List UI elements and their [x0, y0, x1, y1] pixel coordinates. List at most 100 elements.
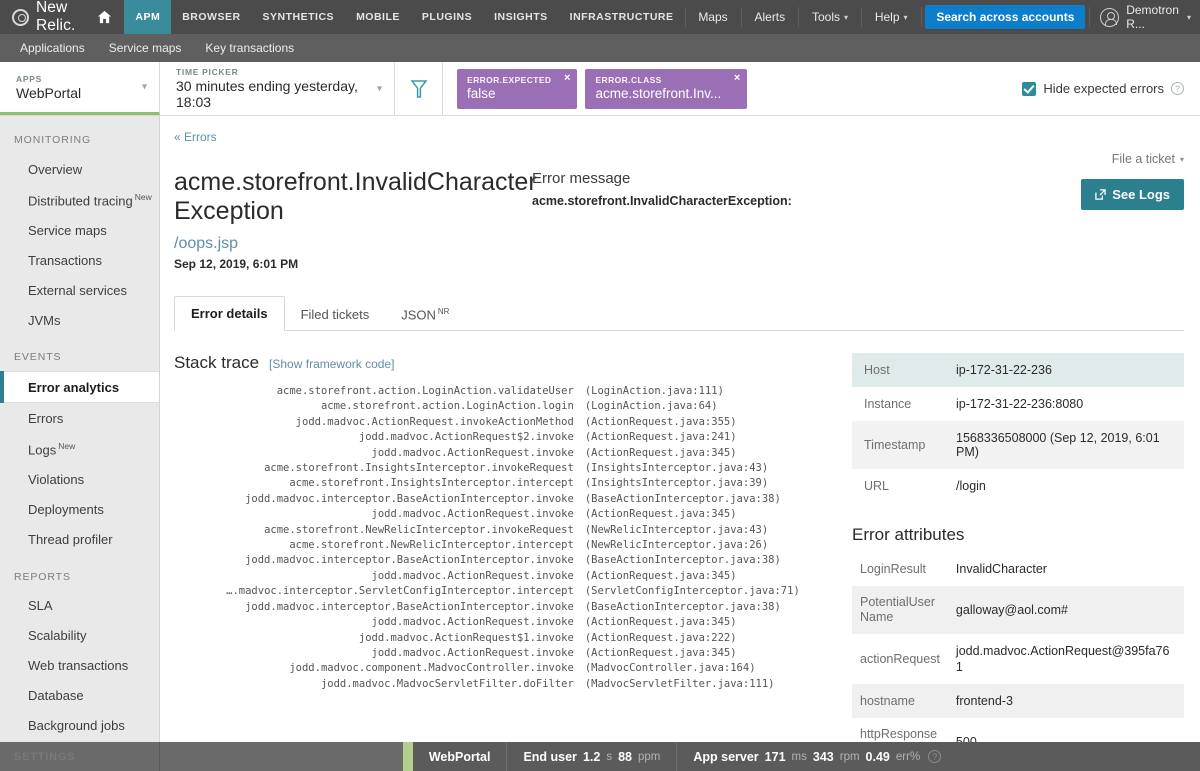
stack-frame-row: acme.storefront.action.LoginAction.login… — [176, 400, 830, 413]
tab-filed-tickets[interactable]: Filed tickets — [285, 298, 386, 331]
sidebar-item-violations[interactable]: Violations — [0, 465, 159, 495]
home-button[interactable] — [85, 0, 124, 34]
sidebar-item-external-services[interactable]: External services — [0, 275, 159, 305]
subnav-item-applications[interactable]: Applications — [8, 41, 97, 55]
table-row: URL /login — [852, 469, 1184, 503]
error-title-column: acme.storefront.InvalidCharacter Excepti… — [174, 168, 537, 271]
app-server-throughput-unit: rpm — [839, 750, 860, 763]
sidebar-item-transactions[interactable]: Transactions — [0, 245, 159, 275]
stack-frame-method: jodd.madvoc.ActionRequest.invoke — [371, 616, 574, 629]
sidebar-item-distributed-tracing[interactable]: Distributed tracing New — [0, 184, 159, 215]
sidebar-item-jvms[interactable]: JVMs — [0, 305, 159, 335]
chevron-down-icon: ▾ — [376, 83, 382, 94]
header-actions: File a ticket ▾ See Logs — [1081, 150, 1184, 210]
subnav-item-service-maps[interactable]: Service maps — [97, 41, 194, 55]
help-icon[interactable]: ? — [1171, 82, 1184, 95]
sidebar-item-label: Deployments — [28, 502, 104, 518]
help-icon[interactable]: ? — [928, 750, 942, 763]
app-server-response-unit: ms — [791, 750, 807, 763]
show-framework-code-link[interactable]: [Show framework code] — [269, 357, 394, 371]
stack-frame-method: acme.storefront.action.LoginAction.login — [320, 400, 574, 413]
tab-error-details[interactable]: Error details — [174, 296, 285, 331]
stack-frame-method: jodd.madvoc.ActionRequest.invoke — [371, 569, 574, 582]
end-user-throughput: 88 — [618, 749, 632, 764]
attribute-value-link[interactable]: galloway@aol.com# — [948, 586, 1184, 634]
tab-label: Filed tickets — [300, 307, 370, 322]
sidebar-item-service-maps[interactable]: Service maps — [0, 215, 159, 245]
stack-frame-location: (ActionRequest.java:345) — [584, 446, 737, 459]
see-logs-button[interactable]: See Logs — [1081, 179, 1184, 210]
new-relic-logo[interactable]: New Relic. — [0, 0, 85, 34]
sidebar-item-label: Background jobs — [28, 718, 125, 734]
stack-frame-location: (BaseActionInterceptor.java:38) — [584, 554, 781, 567]
apps-picker[interactable]: APPS WebPortal ▾ — [0, 62, 160, 115]
sidebar-item-label: Error analytics — [28, 379, 120, 395]
tab-json[interactable]: JSON NR — [385, 298, 465, 331]
sidebar-heading-settings[interactable]: SETTINGS — [0, 742, 160, 771]
stack-frame-method: acme.storefront.NewRelicInterceptor.inte… — [289, 539, 574, 552]
filter-chip-error-class[interactable]: ERROR.CLASS acme.storefront.Inv... × — [585, 68, 748, 109]
error-path-link[interactable]: /oops.jsp — [174, 235, 524, 253]
close-icon[interactable]: × — [564, 72, 570, 84]
chip-key: ERROR.EXPECTED — [467, 74, 552, 85]
nav-item-help[interactable]: Help ▾ — [862, 0, 921, 34]
sidebar-item-deployments[interactable]: Deployments — [0, 495, 159, 525]
breadcrumb[interactable]: « Errors — [174, 130, 1184, 144]
stack-trace-title: Stack trace — [174, 353, 260, 372]
nav-item-alerts[interactable]: Alerts — [741, 0, 798, 34]
stack-frame-location: (LoginAction.java:111) — [584, 385, 724, 397]
time-picker-value: 30 minutes ending yesterday, 18:03 — [176, 78, 358, 110]
stack-frame-method: jodd.madvoc.interceptor.BaseActionInterc… — [245, 492, 574, 505]
account-menu[interactable]: Demotron R... ▾ — [1090, 0, 1200, 34]
nav-item-plugins[interactable]: PLUGINS — [411, 0, 483, 34]
sidebar-item-sla[interactable]: SLA — [0, 591, 159, 621]
sidebar-item-web-transactions[interactable]: Web transactions — [0, 651, 159, 681]
nav-item-tools[interactable]: Tools ▾ — [799, 0, 861, 34]
stack-frame-location: (NewRelicInterceptor.java:26) — [584, 539, 769, 552]
nav-item-maps[interactable]: Maps — [685, 0, 740, 34]
status-end-user-label: End user — [523, 749, 577, 764]
status-app-server[interactable]: App server 171 ms 343 rpm 0.49 err% ? — [677, 742, 957, 771]
sidebar-item-overview[interactable]: Overview — [0, 154, 159, 184]
main-content: « Errors acme.storefront.InvalidCharacte… — [160, 116, 1200, 771]
nav-item-infrastructure[interactable]: INFRASTRUCTURE — [559, 0, 685, 34]
search-across-accounts-button[interactable]: Search across accounts — [925, 5, 1086, 29]
close-icon[interactable]: × — [734, 72, 740, 84]
nav-label: Help — [874, 10, 900, 24]
stack-frame-method: acme.storefront.InsightsInterceptor.inte… — [289, 477, 574, 490]
sidebar-item-background-jobs[interactable]: Background jobs — [0, 711, 159, 741]
filter-chip-error-expected[interactable]: ERROR.EXPECTED false × — [457, 68, 578, 109]
nav-item-mobile[interactable]: MOBILE — [345, 0, 411, 34]
nav-item-insights[interactable]: INSIGHTS — [483, 0, 559, 34]
hide-expected-errors-toggle[interactable]: Hide expected errors ? — [1006, 62, 1200, 115]
sidebar-item-logs[interactable]: Logs New — [0, 433, 159, 464]
stack-frame-row: jodd.madvoc.ActionRequest.invoke (ActionR… — [176, 647, 830, 660]
sidebar-item-thread-profiler[interactable]: Thread profiler — [0, 525, 159, 555]
stack-frame-row: jodd.madvoc.ActionRequest$1.invoke (Actio… — [176, 632, 830, 645]
chevron-down-icon: ▾ — [1187, 12, 1192, 22]
sidebar-item-scalability[interactable]: Scalability — [0, 621, 159, 651]
file-a-ticket-dropdown[interactable]: File a ticket ▾ — [1112, 152, 1184, 166]
status-end-user[interactable]: End user 1.2 s 88 ppm — [507, 742, 678, 771]
stack-frame-method: jodd.madvoc.interceptor.BaseActionInterc… — [245, 600, 574, 613]
time-picker[interactable]: TIME PICKER 30 minutes ending yesterday,… — [160, 62, 395, 115]
subnav-item-key-transactions[interactable]: Key transactions — [193, 41, 306, 55]
sidebar-item-error-analytics[interactable]: Error analytics — [0, 371, 159, 404]
attribute-key: actionRequest — [860, 651, 940, 666]
stack-frame-method: acme.storefront.InsightsInterceptor.invo… — [264, 462, 574, 475]
sidebar-item-errors[interactable]: Errors — [0, 403, 159, 433]
error-attributes-table: LoginResult InvalidCharacter PotentialUser… — [852, 552, 1184, 771]
left-sidebar: MONITORING Overview Distributed tracing N… — [0, 116, 160, 771]
nav-item-apm[interactable]: APM — [124, 0, 172, 34]
sidebar-item-label: Logs — [28, 442, 57, 458]
hide-expected-errors-checkbox[interactable] — [1022, 81, 1037, 96]
stack-frame-row: jodd.madvoc.ActionRequest.invoke (ActionR… — [176, 616, 830, 629]
table-row: actionRequest jodd.madvoc.ActionRequest@3… — [852, 634, 1184, 684]
sidebar-item-database[interactable]: Database — [0, 681, 159, 711]
error-message-column: Error message acme.storefront.InvalidCha… — [524, 168, 792, 271]
nav-item-browser[interactable]: BROWSER — [171, 0, 251, 34]
nav-label: Tools — [811, 10, 840, 24]
filter-funnel-button[interactable] — [395, 62, 443, 115]
status-app-name[interactable]: WebPortal — [413, 742, 508, 771]
nav-item-synthetics[interactable]: SYNTHETICS — [252, 0, 346, 34]
